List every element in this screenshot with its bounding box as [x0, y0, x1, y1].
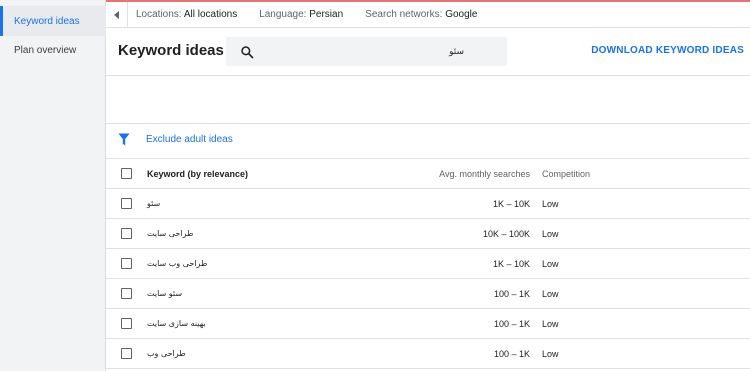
search-icon — [241, 45, 254, 58]
competition-cell: Low — [542, 318, 559, 329]
row-checkbox[interactable] — [121, 228, 132, 239]
table-row: طراحی وب 100 – 1K Low — [106, 339, 750, 369]
table-header: Keyword (by relevance) Avg. monthly sear… — [106, 159, 750, 189]
filter-label: Exclude adult ideas — [146, 134, 233, 145]
sidebar-item-keyword-ideas[interactable]: Keyword ideas — [0, 6, 106, 36]
networks-key: Search networks: — [365, 9, 443, 20]
download-keyword-ideas-button[interactable]: DOWNLOAD KEYWORD IDEAS — [591, 45, 744, 56]
row-checkbox[interactable] — [121, 258, 132, 269]
row-checkbox[interactable] — [121, 318, 132, 329]
triangle-left-icon — [114, 10, 119, 19]
keyword-cell: طراحی وب سایت — [147, 259, 208, 268]
keyword-column-header[interactable]: Keyword (by relevance) — [147, 169, 248, 179]
section-divider — [106, 123, 750, 124]
search-networks-setting[interactable]: Search networks: Google — [365, 9, 477, 20]
avg-monthly-searches-cell: 100 – 1K — [493, 318, 530, 329]
table-row: سئو 1K – 10K Low — [106, 189, 750, 219]
sidebar-item-label: Keyword ideas — [14, 15, 80, 27]
competition-cell: Low — [542, 228, 559, 239]
locations-value: All locations — [183, 9, 238, 20]
table-row: سئو سایت 100 – 1K Low — [106, 279, 750, 309]
table-row: بهینه سازی سایت 100 – 1K Low — [106, 309, 750, 339]
competition-cell: Low — [542, 258, 559, 269]
collapse-sidebar-button[interactable] — [106, 1, 128, 28]
language-key: Language: — [259, 9, 307, 20]
keyword-cell: طراحی وب — [147, 349, 186, 358]
row-checkbox[interactable] — [121, 198, 132, 209]
competition-cell: Low — [542, 288, 559, 299]
filter-funnel-icon — [118, 133, 130, 146]
page-title: Keyword ideas — [118, 42, 224, 59]
search-input[interactable] — [264, 46, 464, 57]
settings-bar: Locations: All locations Language: Persi… — [106, 1, 750, 28]
avg-monthly-searches-cell: 10K – 100K — [482, 228, 530, 239]
competition-cell: Low — [542, 198, 559, 209]
avg-monthly-searches-column-header[interactable]: Avg. monthly searches — [439, 169, 530, 179]
competition-column-header[interactable]: Competition — [542, 169, 590, 179]
select-all-checkbox[interactable] — [121, 168, 132, 179]
competition-cell: Low — [542, 348, 559, 359]
row-checkbox[interactable] — [121, 288, 132, 299]
locations-setting[interactable]: Locations: All locations — [136, 9, 237, 20]
exclude-adult-ideas-filter[interactable]: Exclude adult ideas — [118, 133, 233, 146]
sidebar-item-label: Plan overview — [14, 44, 77, 56]
sidebar: Keyword ideas Plan overview — [0, 0, 106, 371]
table-row: طراحی وب سایت 1K – 10K Low — [106, 249, 750, 279]
language-setting[interactable]: Language: Persian — [259, 9, 343, 20]
avg-monthly-searches-cell: 100 – 1K — [493, 288, 530, 299]
avg-monthly-searches-cell: 100 – 1K — [493, 348, 530, 359]
networks-value: Google — [445, 9, 478, 20]
avg-monthly-searches-cell: 1K – 10K — [492, 258, 530, 269]
row-checkbox[interactable] — [121, 348, 132, 359]
keyword-cell: سئو — [147, 199, 161, 208]
avg-monthly-searches-cell: 1K – 10K — [492, 198, 530, 209]
locations-key: Locations: — [136, 9, 182, 20]
sidebar-item-plan-overview[interactable]: Plan overview — [0, 35, 106, 65]
keyword-cell: سئو سایت — [147, 289, 183, 298]
language-value: Persian — [309, 9, 344, 20]
table-row: طراحی سایت 10K – 100K Low — [106, 219, 750, 249]
keyword-cell: بهینه سازی سایت — [147, 319, 206, 328]
keyword-cell: طراحی سایت — [147, 229, 194, 238]
keyword-search-box[interactable] — [226, 37, 507, 66]
header-divider — [106, 75, 750, 76]
